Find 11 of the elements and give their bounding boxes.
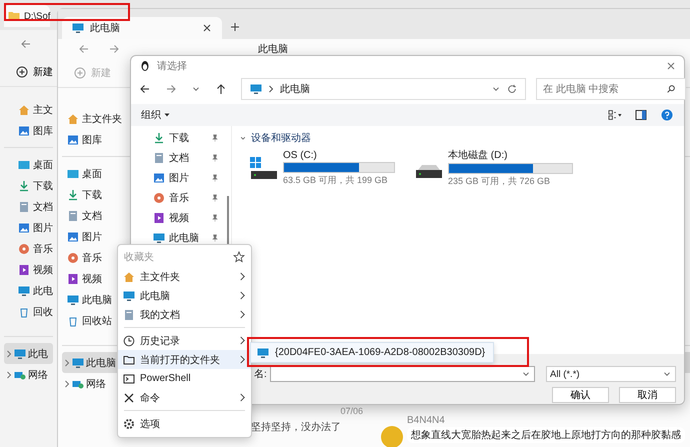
filename-label: 名:: [254, 368, 267, 381]
chat-message: 坚持坚持，没办法了: [251, 420, 342, 434]
menu-header: 收藏夹: [124, 250, 154, 264]
message-date: 07/06: [340, 406, 363, 416]
drive-name: 本地磁盘 (D:): [448, 148, 508, 162]
message-bubble: 想象直线大宽胎热起来之后在胶地上原地打方向的那种胶黏感: [407, 427, 685, 443]
drive-space: 235 GB 可用，共 726 GB: [448, 175, 552, 188]
drive-name: OS (C:): [283, 150, 318, 160]
drive-space: 63.5 GB 可用，共 199 GB: [283, 174, 389, 186]
author-name: B4N4N4: [407, 415, 446, 426]
dialog-title: 请选择: [157, 60, 187, 73]
